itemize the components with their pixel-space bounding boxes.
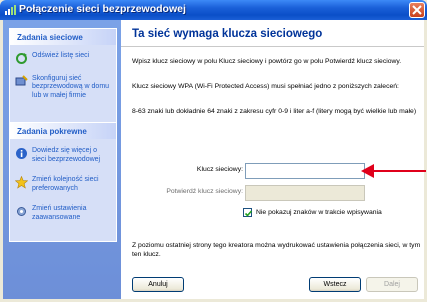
- page-title: Ta sieć wymaga klucza sieciowego: [132, 28, 323, 40]
- network-key-input[interactable]: [245, 163, 365, 179]
- close-icon: [412, 5, 422, 15]
- task-refresh-network-list[interactable]: Odśwież listę sieci: [10, 49, 116, 64]
- network-tasks-panel: Zadania sieciowe Odśwież listę sieci Sko…: [9, 28, 117, 126]
- task-label: Dowiedz się więcej o sieci bezprzewodowe…: [32, 147, 101, 163]
- task-setup-wireless-network[interactable]: Skonfiguruj sieć bezprzewodową w domu lu…: [10, 72, 116, 104]
- related-tasks-header: Zadania pokrewne: [10, 123, 116, 139]
- refresh-icon: [16, 53, 27, 64]
- confirm-key-input[interactable]: [245, 185, 365, 201]
- task-label: Zmień ustawienia zaawansowane: [32, 205, 87, 221]
- key-rule-text: 8-63 znaki lub dokładnie 64 znaki z zakr…: [132, 108, 417, 115]
- next-button[interactable]: Dalej: [366, 277, 418, 292]
- intro-text: Wpisz klucz sieciowy w polu Klucz siecio…: [132, 58, 402, 65]
- window-title: Połączenie sieci bezprzewodowej: [19, 3, 186, 15]
- annotation-arrow-icon: [361, 164, 426, 178]
- hide-characters-checkbox[interactable]: [243, 208, 253, 217]
- task-learn-more[interactable]: Dowiedz się więcej o sieci bezprzewodowe…: [10, 144, 116, 167]
- task-label: Odśwież listę sieci: [32, 52, 90, 59]
- requirement-text: Klucz sieciowy WPA (Wi-Fi Protected Acce…: [132, 83, 399, 90]
- footer-note: Z poziomu ostatniej strony tego kreatora…: [132, 242, 421, 258]
- wireless-network-icon: [5, 5, 16, 15]
- wireless-connection-window: Połączenie sieci bezprzewodowej Zadania …: [0, 0, 427, 302]
- settings-icon: [17, 207, 26, 216]
- title-bar[interactable]: Połączenie sieci bezprzewodowej: [0, 0, 427, 20]
- info-icon: [16, 148, 27, 159]
- network-key-label: Klucz sieciowy:: [196, 166, 243, 173]
- task-sidebar: Zadania sieciowe Odśwież listę sieci Sko…: [3, 20, 121, 299]
- network-tasks-header: Zadania sieciowe: [10, 29, 116, 45]
- hide-characters-label: Nie pokazuj znaków w trakcie wpisywania: [256, 209, 382, 216]
- confirm-key-label: Potwierdź klucz sieciowy:: [166, 188, 243, 195]
- checkmark-icon: [244, 210, 253, 217]
- back-button[interactable]: Wstecz: [309, 277, 361, 292]
- related-tasks-panel: Zadania pokrewne Dowiedz się więcej o si…: [9, 122, 117, 242]
- task-advanced-settings[interactable]: Zmień ustawienia zaawansowane: [10, 202, 116, 225]
- close-button[interactable]: [409, 2, 425, 18]
- header-divider: [121, 46, 424, 47]
- task-label: Zmień kolejność sieci preferowanych: [32, 176, 99, 192]
- wizard-network-icon: [15, 74, 28, 85]
- cancel-button[interactable]: Anuluj: [132, 277, 184, 292]
- task-label: Skonfiguruj sieć bezprzewodową w domu lu…: [32, 74, 110, 99]
- task-change-network-order[interactable]: Zmień kolejność sieci preferowanych: [10, 173, 116, 196]
- star-icon: [15, 176, 28, 189]
